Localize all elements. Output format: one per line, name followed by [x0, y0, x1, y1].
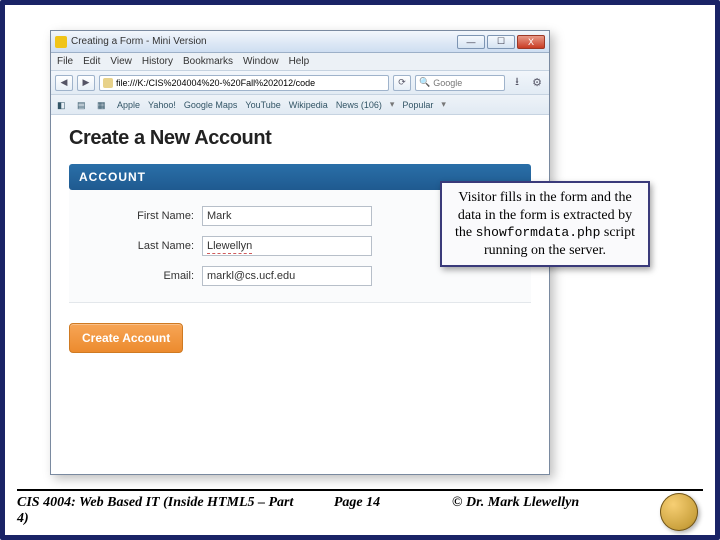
footer-page: Page 14	[302, 495, 412, 527]
bookmark-wikipedia[interactable]: Wikipedia	[289, 100, 328, 110]
download-icon[interactable]: ⭳	[509, 75, 525, 91]
bookmark-youtube[interactable]: YouTube	[245, 100, 280, 110]
window-titlebar: Creating a Form - Mini Version — ☐ X	[51, 31, 549, 53]
bookmark-gmaps[interactable]: Google Maps	[184, 100, 238, 110]
first-name-label: First Name:	[69, 210, 194, 222]
last-name-label: Last Name:	[69, 240, 194, 252]
search-placeholder: Google	[433, 78, 462, 88]
reload-button[interactable]: ⟳	[393, 75, 411, 91]
maximize-button[interactable]: ☐	[487, 35, 515, 49]
footer-rule	[17, 489, 703, 491]
annotation-code: showformdata.php	[476, 225, 601, 240]
search-input[interactable]: 🔍 Google	[415, 75, 505, 91]
footer-left: CIS 4004: Web Based IT (Inside HTML5 – P…	[17, 495, 302, 527]
page-heading: Create a New Account	[69, 127, 531, 150]
menu-bookmarks[interactable]: Bookmarks	[183, 56, 233, 67]
bookmark-news[interactable]: News (106)	[336, 100, 382, 110]
slide: Creating a Form - Mini Version — ☐ X Fil…	[0, 0, 720, 540]
window-buttons: — ☐ X	[457, 35, 545, 49]
menubar: File Edit View History Bookmarks Window …	[51, 53, 549, 71]
bookmark-apple[interactable]: Apple	[117, 100, 140, 110]
menu-window[interactable]: Window	[243, 56, 279, 67]
menu-edit[interactable]: Edit	[83, 56, 100, 67]
bookmark-popular[interactable]: Popular	[402, 100, 433, 110]
page-icon	[103, 78, 113, 88]
bookmark-yahoo[interactable]: Yahoo!	[148, 100, 176, 110]
window-title: Creating a Form - Mini Version	[71, 36, 207, 47]
menu-view[interactable]: View	[110, 56, 132, 67]
back-button[interactable]: ◀	[55, 75, 73, 91]
bookmarks-bar: ◧ ▤ ▦ Apple Yahoo! Google Maps YouTube W…	[51, 95, 549, 115]
annotation-callout: Visitor fills in the form and the data i…	[440, 181, 650, 267]
book-icon[interactable]: ▤	[77, 100, 89, 110]
url-input[interactable]: file:///K:/CIS%204004%20-%20Fall%202012/…	[99, 75, 389, 91]
menu-help[interactable]: Help	[289, 56, 310, 67]
url-text: file:///K:/CIS%204004%20-%20Fall%202012/…	[116, 78, 315, 88]
first-name-input[interactable]	[202, 206, 372, 226]
slide-footer: CIS 4004: Web Based IT (Inside HTML5 – P…	[5, 489, 715, 535]
search-icon: 🔍	[419, 77, 430, 88]
toolbar: ◀ ▶ file:///K:/CIS%204004%20-%20Fall%202…	[51, 71, 549, 95]
gear-icon[interactable]: ⚙	[529, 75, 545, 91]
minimize-button[interactable]: —	[457, 35, 485, 49]
email-input[interactable]	[202, 266, 372, 286]
menu-file[interactable]: File	[57, 56, 73, 67]
close-button[interactable]: X	[517, 35, 545, 49]
sidebar-icon[interactable]: ◧	[57, 100, 69, 110]
speed-icon[interactable]: ▦	[97, 100, 109, 110]
favicon-icon	[55, 36, 67, 48]
last-name-input[interactable]: Llewellyn	[202, 236, 372, 256]
menu-history[interactable]: History	[142, 56, 173, 67]
ucf-logo-icon	[651, 493, 707, 533]
last-name-value: Llewellyn	[207, 239, 252, 254]
email-label: Email:	[69, 270, 194, 282]
forward-button[interactable]: ▶	[77, 75, 95, 91]
create-account-button[interactable]: Create Account	[69, 323, 183, 353]
